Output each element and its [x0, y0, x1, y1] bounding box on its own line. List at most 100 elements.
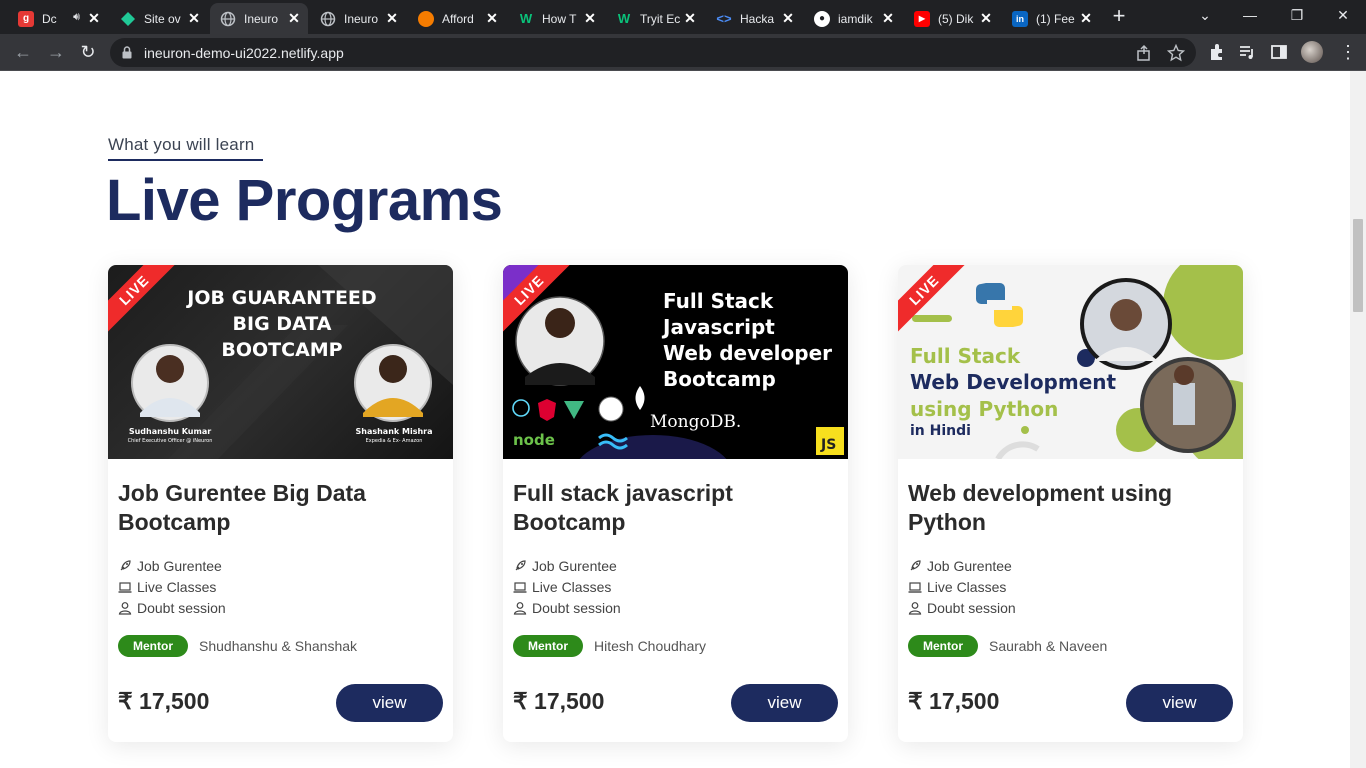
- browser-tab[interactable]: Afford ✕: [408, 3, 506, 34]
- browser-tab[interactable]: W How T ✕: [508, 3, 604, 34]
- view-button[interactable]: view: [336, 684, 443, 722]
- side-panel-icon[interactable]: [1270, 43, 1288, 61]
- section-eyebrow: What you will learn: [108, 135, 255, 154]
- close-tab-icon[interactable]: ✕: [880, 10, 896, 26]
- close-tab-icon[interactable]: ✕: [86, 10, 102, 26]
- section-heading: Live Programs: [106, 168, 503, 233]
- program-card[interactable]: JOB GUARANTEED BIG DATA BOOTCAMP Sudhans…: [108, 265, 453, 742]
- browser-tab[interactable]: Site ov ✕: [110, 3, 208, 34]
- close-tab-icon[interactable]: ✕: [780, 10, 796, 26]
- banner-line: using Python: [910, 397, 1059, 421]
- browser-tab[interactable]: W Tryit Ec ✕: [606, 3, 704, 34]
- rocket-icon: [910, 560, 921, 571]
- tab-favicon-icon: [418, 10, 434, 27]
- rocket-icon: [120, 560, 131, 571]
- page-scrollbar[interactable]: [1350, 71, 1366, 768]
- share-icon[interactable]: [1135, 44, 1153, 62]
- close-tab-icon[interactable]: ✕: [582, 10, 598, 26]
- banner-line: Web Development: [910, 370, 1117, 394]
- card-banner-image[interactable]: Full Stack Web Development using Python …: [898, 265, 1243, 459]
- mentor-badge: Mentor: [908, 635, 978, 657]
- tab-search-icon[interactable]: ⌄: [1190, 4, 1220, 28]
- github-icon: ●: [814, 10, 830, 27]
- speaker-icon[interactable]: 🔊︎: [73, 11, 80, 24]
- feature-item: Job Gurentee: [513, 558, 617, 574]
- browser-tab[interactable]: <> Hacka ✕: [706, 3, 802, 34]
- close-tab-icon[interactable]: ✕: [186, 10, 202, 26]
- menu-kebab-icon[interactable]: ⋮: [1335, 40, 1361, 66]
- card-banner-image[interactable]: node Full Stack Javascript Web developer…: [503, 265, 848, 459]
- view-button[interactable]: view: [731, 684, 838, 722]
- forward-button[interactable]: →: [43, 40, 69, 66]
- feature-item: Doubt session: [513, 600, 621, 616]
- youtube-icon: ▶: [914, 10, 930, 27]
- laptop-icon: [908, 582, 922, 593]
- banner-line: Bootcamp: [663, 367, 776, 391]
- minimize-button[interactable]: —: [1235, 4, 1265, 28]
- browser-tab[interactable]: ● iamdik ✕: [804, 3, 902, 34]
- banner-line: Full Stack: [663, 289, 774, 313]
- card-title[interactable]: Job Gurentee Big Data Bootcamp: [118, 479, 438, 537]
- browser-tab[interactable]: Ineuro ✕: [310, 3, 406, 34]
- browser-tab[interactable]: g Dc 🔊︎ ✕: [8, 3, 108, 34]
- banner-person-name: Sudhanshu Kumar: [128, 427, 212, 436]
- close-tab-icon[interactable]: ✕: [384, 10, 400, 26]
- close-tab-icon[interactable]: ✕: [286, 10, 302, 26]
- card-title[interactable]: Full stack javascript Bootcamp: [513, 479, 833, 537]
- feature-item: Live Classes: [513, 579, 611, 595]
- banner-line: in Hindi: [910, 423, 971, 439]
- banner-person-role: Chief Executive Officer @ iNeuron: [127, 438, 213, 444]
- browser-tab-active[interactable]: Ineuro ✕: [210, 3, 308, 34]
- reload-button[interactable]: ↻: [75, 40, 101, 66]
- tab-favicon-icon: [120, 11, 136, 27]
- new-tab-button[interactable]: +: [1108, 5, 1130, 28]
- address-bar[interactable]: ineuron-demo-ui2022.netlify.app: [110, 38, 1196, 67]
- person-icon: [513, 602, 527, 615]
- profile-avatar[interactable]: [1301, 41, 1323, 63]
- close-tab-icon[interactable]: ✕: [1078, 10, 1094, 26]
- svg-text:node: node: [513, 431, 555, 449]
- browser-tab[interactable]: ▶ (5) Dik ✕: [904, 3, 1000, 34]
- back-button[interactable]: ←: [10, 40, 36, 66]
- close-window-button[interactable]: ✕: [1328, 4, 1358, 28]
- eyebrow-underline: [108, 159, 263, 161]
- card-banner-image[interactable]: JOB GUARANTEED BIG DATA BOOTCAMP Sudhans…: [108, 265, 453, 459]
- mentor-name: Shudhanshu & Shanshak: [199, 638, 358, 654]
- banner-line: BOOTCAMP: [221, 339, 343, 361]
- close-tab-icon[interactable]: ✕: [484, 10, 500, 26]
- feature-item: Live Classes: [118, 579, 216, 595]
- extensions-icon[interactable]: [1207, 43, 1225, 61]
- globe-icon: [220, 11, 236, 27]
- scrollbar-thumb[interactable]: [1353, 219, 1363, 312]
- program-card[interactable]: Full Stack Web Development using Python …: [898, 265, 1243, 742]
- price: ₹ 17,500: [118, 688, 210, 714]
- banner-line: Javascript: [663, 315, 775, 339]
- page-content: What you will learn Live Programs JOB GU…: [0, 71, 1350, 768]
- tab-favicon-icon: W: [617, 11, 631, 26]
- card-title[interactable]: Web development using Python: [908, 479, 1228, 537]
- banner-person-name: Shashank Mishra: [355, 427, 433, 436]
- price: ₹ 17,500: [908, 688, 1000, 714]
- mongodb-logo: MongoDB.: [650, 412, 742, 432]
- view-button[interactable]: view: [1126, 684, 1233, 722]
- price: ₹ 17,500: [513, 688, 605, 714]
- mentor-name: Hitesh Choudhary: [594, 638, 707, 654]
- laptop-icon: [118, 582, 132, 593]
- tab-favicon-icon: W: [519, 11, 533, 26]
- bookmark-star-icon[interactable]: [1167, 44, 1185, 62]
- lock-icon: [122, 46, 132, 59]
- media-queue-icon[interactable]: [1238, 43, 1256, 61]
- mentor-name: Saurabh & Naveen: [989, 638, 1108, 654]
- mentor-badge: Mentor: [513, 635, 583, 657]
- code-icon: <>: [716, 11, 732, 26]
- feature-item: Doubt session: [908, 600, 1016, 616]
- feature-item: Job Gurentee: [908, 558, 1012, 574]
- linkedin-icon: in: [1012, 10, 1028, 27]
- browser-tab[interactable]: in (1) Fee ✕: [1002, 3, 1100, 34]
- restore-button[interactable]: ❐: [1282, 4, 1312, 28]
- program-card[interactable]: node Full Stack Javascript Web developer…: [503, 265, 848, 742]
- close-tab-icon[interactable]: ✕: [978, 10, 994, 26]
- close-tab-icon[interactable]: ✕: [682, 10, 698, 26]
- banner-line: JOB GUARANTEED: [187, 287, 377, 309]
- browser-tab-bar: g Dc 🔊︎ ✕ Site ov ✕ Ineuro ✕ Ineuro ✕ Af…: [0, 0, 1366, 34]
